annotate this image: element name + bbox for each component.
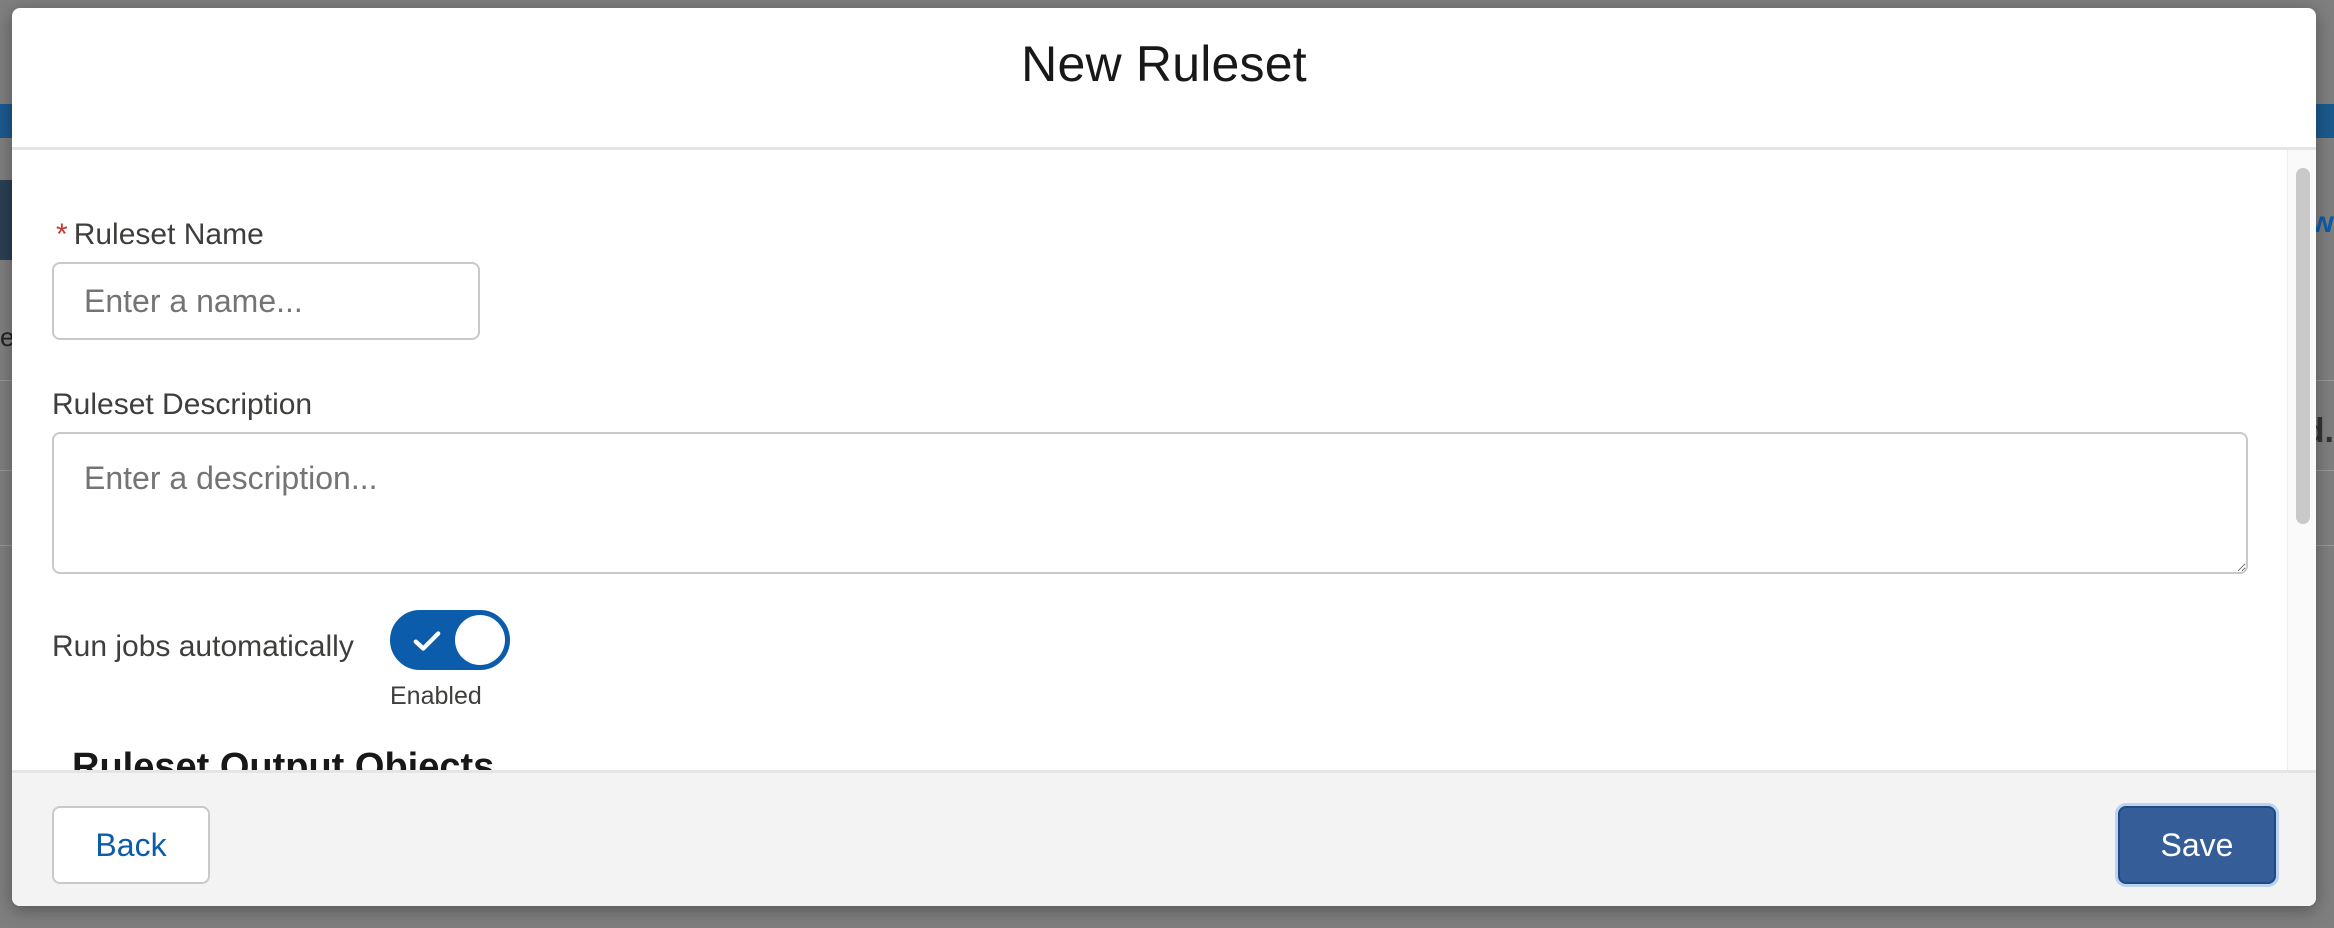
ruleset-description-label: Ruleset Description [52, 388, 313, 421]
toggle-status-text: Enabled [390, 682, 482, 710]
modal-scrollbar-thumb[interactable] [2296, 168, 2310, 524]
toggle-knob [455, 615, 505, 665]
ruleset-description-textarea[interactable] [52, 432, 2248, 574]
required-indicator: * [56, 218, 68, 251]
new-ruleset-modal: New Ruleset *Ruleset Name Ruleset Descri… [12, 8, 2316, 906]
modal-header: New Ruleset [12, 8, 2316, 150]
modal-title: New Ruleset [1021, 35, 1307, 92]
modal-footer: Back Save [12, 770, 2316, 906]
background-left-fragment [0, 180, 12, 260]
run-jobs-automatically-toggle[interactable] [390, 610, 510, 670]
ruleset-name-label-text: Ruleset Name [73, 218, 264, 251]
ruleset-name-label: * Ruleset Name [56, 218, 264, 252]
ruleset-name-input[interactable] [52, 262, 480, 340]
ruleset-output-objects-heading: Ruleset Output Objects [72, 746, 495, 770]
save-button[interactable]: Save [2118, 806, 2276, 884]
modal-body: *Ruleset Name Ruleset Description Run jo… [12, 150, 2288, 770]
run-jobs-automatically-label: Run jobs automatically [52, 630, 354, 663]
back-button[interactable]: Back [52, 806, 210, 884]
check-icon [413, 631, 441, 651]
